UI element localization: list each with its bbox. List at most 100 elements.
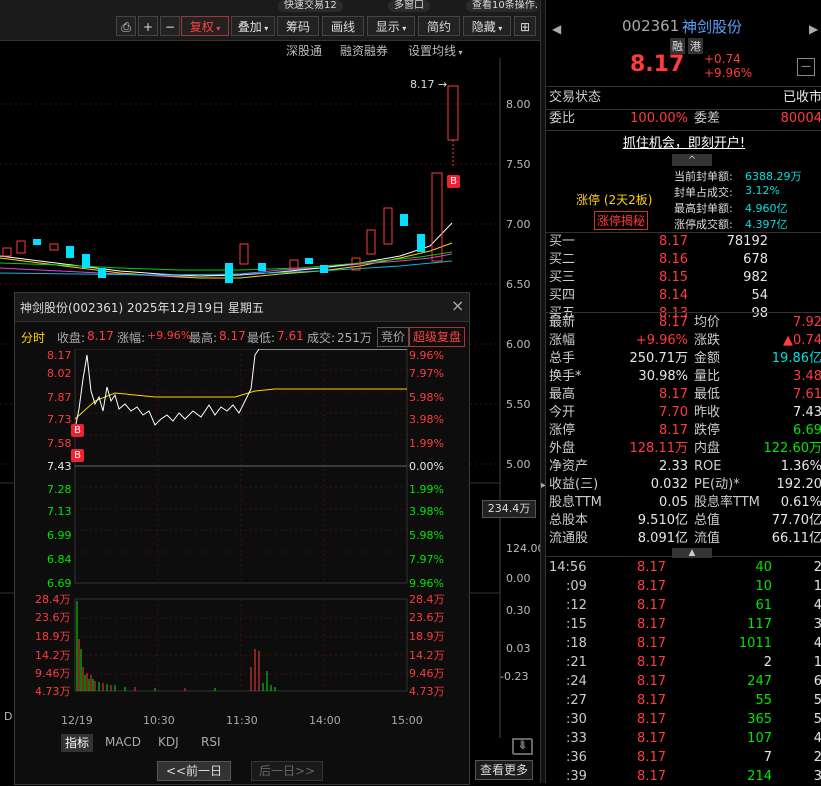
tick-vol: 247: [747, 674, 772, 689]
vol-axis-label-right: 28.4万: [409, 593, 445, 606]
stat-label: 换手*: [549, 369, 582, 384]
huaxian-button[interactable]: 画线: [322, 16, 364, 36]
kline-high-value: 8.17: [410, 78, 435, 91]
stat-value: 1.36%: [780, 459, 821, 474]
jianyue-button[interactable]: 简约: [418, 16, 460, 36]
y-label-7.50: 7.50: [506, 158, 531, 171]
prev-stock-icon[interactable]: ◀: [552, 22, 561, 36]
download-icon[interactable]: ⇩: [512, 738, 532, 754]
tab-rsi[interactable]: RSI: [201, 735, 221, 749]
next-stock-icon[interactable]: ▶: [809, 22, 818, 36]
tick-vol: 10: [755, 579, 772, 594]
tick-vol: 2: [763, 655, 772, 670]
buy-marker[interactable]: B: [71, 424, 84, 437]
pct-axis-label: 3.98%: [409, 505, 444, 518]
vol-axis-label-right: 9.46万: [409, 667, 445, 680]
popup-titlebar[interactable]: 神剑股份(002361) 2025年12月19日 星期五 ×: [15, 293, 469, 322]
weicha-value: 80004: [780, 111, 821, 126]
tick-price: 8.17: [637, 674, 666, 689]
collapse-caret-icon[interactable]: ^: [672, 154, 712, 166]
order-vol: 54: [751, 288, 768, 303]
zoom-out-button[interactable]: −: [160, 16, 180, 36]
y-label-6.00: 6.00: [506, 338, 531, 351]
shengutong-link[interactable]: 深股通: [286, 42, 322, 59]
stat-value: 128.11万: [629, 441, 689, 456]
seal-label: 封单占成交:: [674, 186, 733, 199]
tick-price: 8.17: [637, 655, 666, 670]
stat-value: 7.61: [793, 387, 821, 402]
xianshi-button[interactable]: 显示 ▾: [367, 16, 415, 36]
close-icon[interactable]: ×: [451, 296, 464, 315]
next-day-button[interactable]: 后一日>>: [251, 761, 323, 781]
status-value: 已收市: [782, 90, 821, 105]
xianshi-label: 显示: [375, 20, 400, 34]
stat-value: 7.43: [793, 405, 821, 420]
y-label-0: 0.00: [506, 572, 531, 585]
fuquan-button[interactable]: 复权 ▾: [181, 16, 229, 36]
stat-value: 250.71万: [629, 351, 689, 366]
tab-macd[interactable]: MACD: [105, 735, 141, 749]
stat-label: 净资产: [549, 459, 589, 474]
stat-label: 量比: [694, 369, 721, 384]
tick-vol: 7: [763, 750, 772, 765]
stat-label: 外盘: [549, 441, 576, 456]
status-label: 交易状态: [549, 90, 602, 105]
stat-value: 3.48: [793, 369, 821, 384]
vol-label: 成交:: [307, 331, 336, 345]
tab-fenshi[interactable]: 分时: [21, 329, 45, 346]
y-label-neg0.23: -0.23: [500, 670, 529, 683]
tick-count: 4: [813, 731, 821, 746]
fuquan-label: 复权: [189, 20, 214, 34]
y-label-0.30: 0.30: [506, 604, 531, 617]
y-label-5.00: 5.00: [506, 458, 531, 471]
limit-title: 涨停 (2天2板): [576, 193, 653, 207]
tab-indicator[interactable]: 指标: [61, 734, 94, 752]
vol-value: 251万: [337, 331, 372, 345]
lock-icon[interactable]: ⎙: [116, 16, 136, 36]
more-button[interactable]: 查看更多: [475, 760, 533, 780]
open-account-ad[interactable]: 抓住机会，即刻开户!: [546, 132, 821, 151]
top-tab-multi-window[interactable]: 多窗口: [388, 0, 430, 12]
stat-label: 最高: [549, 387, 576, 402]
order-price: 8.14: [659, 288, 688, 303]
limit-reveal-button[interactable]: 涨停揭秘: [594, 211, 649, 230]
chouma-button[interactable]: 筹码: [277, 16, 319, 36]
order-label: 买二: [549, 252, 576, 267]
stat-value: 8.091亿: [637, 531, 688, 546]
low-value: 7.61: [277, 329, 304, 343]
junxian-label: 设置均线: [408, 44, 457, 58]
rongzi-link[interactable]: 融资融券: [340, 42, 388, 59]
price-axis-label: 8.17: [47, 349, 72, 362]
tick-vol: 117: [747, 617, 772, 632]
time-label: 15:00: [391, 714, 423, 727]
buy-marker[interactable]: B: [447, 175, 460, 188]
junxian-link[interactable]: 设置均线 ▾: [408, 42, 463, 59]
tick-time: :33: [566, 731, 587, 746]
yincang-button[interactable]: 隐藏 ▾: [463, 16, 511, 36]
stat-value: 7.92: [793, 315, 821, 330]
stat-label: 流值: [694, 531, 721, 546]
buy-marker[interactable]: B: [71, 449, 84, 462]
order-vol: 678: [743, 252, 768, 267]
weicha-label: 委差: [694, 111, 721, 126]
prev-day-button[interactable]: <<前一日: [157, 761, 231, 781]
intraday-popup: 神剑股份(002361) 2025年12月19日 星期五 × 分时 收盘: 8.…: [14, 292, 533, 785]
pct-axis-label: 9.96%: [409, 349, 444, 362]
stat-value: +9.96%: [635, 333, 688, 348]
chaoji-fupan-button[interactable]: 超级复盘: [409, 327, 466, 347]
price-axis-label: 6.69: [47, 577, 72, 590]
low-label: 最低:: [247, 331, 276, 345]
top-tab-quick-trade[interactable]: 快速交易12: [278, 0, 343, 12]
diejia-button[interactable]: 叠加 ▾: [231, 16, 275, 36]
minimize-button[interactable]: —: [797, 58, 815, 76]
zoom-in-button[interactable]: +: [138, 16, 158, 36]
weibi-label: 委比: [549, 111, 576, 126]
jingjia-button[interactable]: 竞价: [377, 327, 410, 347]
tab-kdj[interactable]: KDJ: [158, 735, 179, 749]
top-tab-operations[interactable]: 查看10条操作…: [466, 0, 538, 12]
price-axis-label: 7.87: [47, 391, 72, 404]
grid-icon[interactable]: ⊞: [514, 16, 536, 36]
tick-count: 1: [813, 579, 821, 594]
tick-price: 8.17: [637, 560, 666, 575]
order-price: 8.15: [659, 270, 688, 285]
